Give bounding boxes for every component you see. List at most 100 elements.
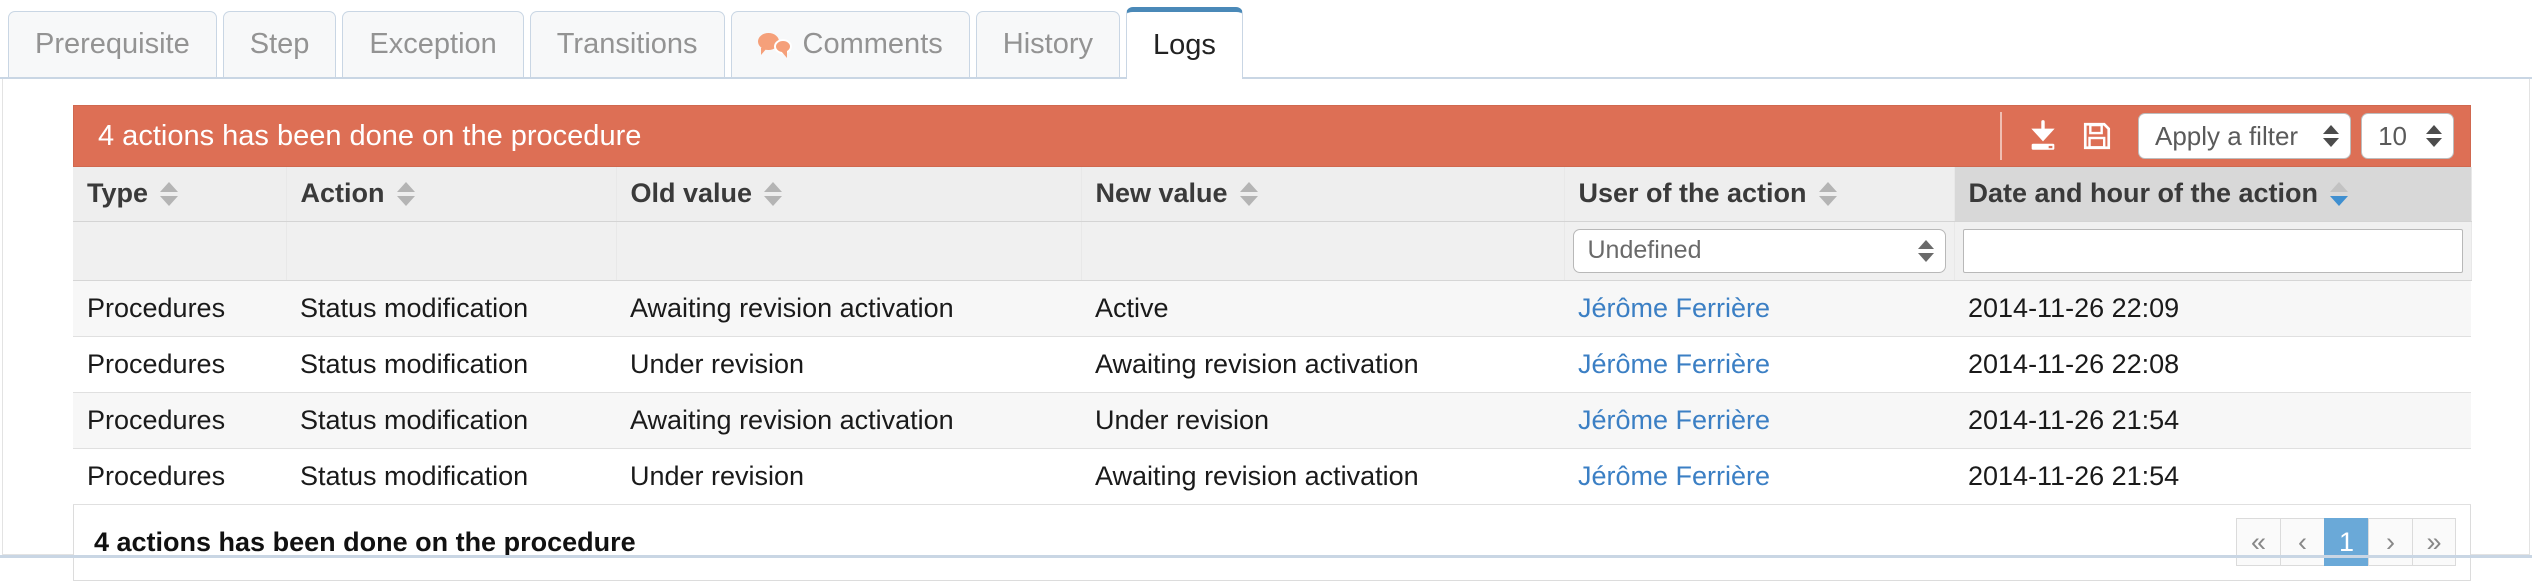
tab-label: Step (250, 30, 310, 59)
cell-old-value: Awaiting revision activation (616, 392, 1081, 448)
comment-bubbles-icon (758, 32, 792, 58)
tab-label: Prerequisite (35, 30, 190, 59)
column-label: Old value (631, 178, 753, 209)
cell-date: 2014-11-26 22:08 (1954, 336, 2471, 392)
cell-action: Status modification (286, 392, 616, 448)
filter-cell-old-value (616, 221, 1081, 280)
column-label: Type (87, 178, 148, 209)
cell-type: Procedures (73, 392, 286, 448)
cell-user: Jérôme Ferrière (1564, 448, 1954, 504)
user-filter-select[interactable]: Undefined (1573, 229, 1946, 273)
column-label: Action (301, 178, 385, 209)
toolbar-divider (2000, 112, 2002, 160)
column-header-user[interactable]: User of the action (1564, 167, 1954, 221)
user-link[interactable]: Jérôme Ferrière (1578, 405, 1770, 435)
column-label: User of the action (1579, 178, 1807, 209)
cell-old-value: Under revision (616, 448, 1081, 504)
tab-step[interactable]: Step (223, 11, 337, 77)
cell-new-value: Under revision (1081, 392, 1564, 448)
pagination-prev[interactable]: ‹ (2280, 518, 2324, 566)
sort-icon[interactable] (1819, 182, 1837, 206)
table-body: Procedures Status modification Awaiting … (73, 280, 2471, 504)
page-size-select[interactable]: 10 (2361, 113, 2454, 159)
sort-icon[interactable] (160, 182, 178, 206)
apply-filter-select[interactable]: Apply a filter (2138, 113, 2351, 159)
filter-cell-type (73, 221, 286, 280)
cell-action: Status modification (286, 336, 616, 392)
pagination-first[interactable]: « (2236, 518, 2280, 566)
column-header-new-value[interactable]: New value (1081, 167, 1564, 221)
cell-new-value: Awaiting revision activation (1081, 336, 1564, 392)
cell-user: Jérôme Ferrière (1564, 336, 1954, 392)
column-header-date[interactable]: Date and hour of the action (1954, 167, 2471, 221)
cell-new-value: Awaiting revision activation (1081, 448, 1564, 504)
logs-grid: 4 actions has been done on the procedure (73, 105, 2471, 581)
user-link[interactable]: Jérôme Ferrière (1578, 349, 1770, 379)
header-row: Type Action Old value New value (73, 167, 2471, 221)
logs-table: Type Action Old value New value (73, 167, 2472, 505)
tab-transitions[interactable]: Transitions (530, 11, 725, 77)
grid-title: 4 actions has been done on the procedure (98, 120, 2000, 153)
chevron-updown-icon (2322, 125, 2340, 147)
floppy-disk-icon[interactable] (2074, 113, 2120, 159)
sort-icon[interactable] (764, 182, 782, 206)
pagination-next[interactable]: › (2368, 518, 2412, 566)
sort-icon-descending[interactable] (2330, 182, 2348, 206)
column-label: Date and hour of the action (1969, 178, 2319, 209)
table-row[interactable]: Procedures Status modification Under rev… (73, 336, 2471, 392)
tab-label: Comments (803, 30, 943, 59)
sort-icon[interactable] (397, 182, 415, 206)
table-row[interactable]: Procedures Status modification Awaiting … (73, 392, 2471, 448)
cell-old-value: Awaiting revision activation (616, 280, 1081, 336)
date-filter-input[interactable] (1963, 229, 2463, 273)
filter-cell-date (1954, 221, 2471, 280)
cell-date: 2014-11-26 22:09 (1954, 280, 2471, 336)
tab-prerequisite[interactable]: Prerequisite (8, 11, 217, 77)
filter-cell-user: Undefined (1564, 221, 1954, 280)
pagination: « ‹ 1 › » (2236, 518, 2456, 566)
grid-footer: 4 actions has been done on the procedure… (73, 505, 2471, 581)
table-row[interactable]: Procedures Status modification Awaiting … (73, 280, 2471, 336)
user-filter-value: Undefined (1588, 236, 1702, 265)
chevron-updown-icon (1917, 240, 1935, 262)
tab-exception[interactable]: Exception (342, 11, 523, 77)
filter-row: Undefined (73, 221, 2471, 280)
apply-filter-value: Apply a filter (2155, 121, 2298, 152)
tab-bar: Prerequisite Step Exception Transitions … (0, 0, 2532, 79)
tab-label: Transitions (557, 30, 698, 59)
cell-date: 2014-11-26 21:54 (1954, 392, 2471, 448)
footer-summary: 4 actions has been done on the procedure (94, 527, 2236, 558)
page-size-value: 10 (2378, 121, 2407, 152)
cell-user: Jérôme Ferrière (1564, 392, 1954, 448)
cell-type: Procedures (73, 336, 286, 392)
pagination-last[interactable]: » (2412, 518, 2456, 566)
filter-cell-new-value (1081, 221, 1564, 280)
cell-user: Jérôme Ferrière (1564, 280, 1954, 336)
tab-logs[interactable]: Logs (1126, 7, 1243, 79)
user-link[interactable]: Jérôme Ferrière (1578, 293, 1770, 323)
cell-date: 2014-11-26 21:54 (1954, 448, 2471, 504)
download-icon[interactable] (2020, 113, 2066, 159)
tab-label: History (1003, 30, 1093, 59)
user-link[interactable]: Jérôme Ferrière (1578, 461, 1770, 491)
cell-action: Status modification (286, 448, 616, 504)
column-header-old-value[interactable]: Old value (616, 167, 1081, 221)
grid-toolbar: Apply a filter 10 (2000, 106, 2454, 166)
column-label: New value (1096, 178, 1228, 209)
sort-icon[interactable] (1240, 182, 1258, 206)
table-head: Type Action Old value New value (73, 167, 2471, 280)
tab-history[interactable]: History (976, 11, 1120, 77)
filter-cell-action (286, 221, 616, 280)
cell-old-value: Under revision (616, 336, 1081, 392)
cell-new-value: Active (1081, 280, 1564, 336)
column-header-action[interactable]: Action (286, 167, 616, 221)
column-header-type[interactable]: Type (73, 167, 286, 221)
logs-panel: 4 actions has been done on the procedure (2, 79, 2530, 555)
tab-label: Exception (369, 30, 496, 59)
chevron-updown-icon (2425, 125, 2443, 147)
pagination-page-1[interactable]: 1 (2324, 518, 2368, 566)
tab-comments[interactable]: Comments (731, 11, 970, 77)
table-row[interactable]: Procedures Status modification Under rev… (73, 448, 2471, 504)
tab-label: Logs (1153, 31, 1216, 60)
cell-type: Procedures (73, 448, 286, 504)
